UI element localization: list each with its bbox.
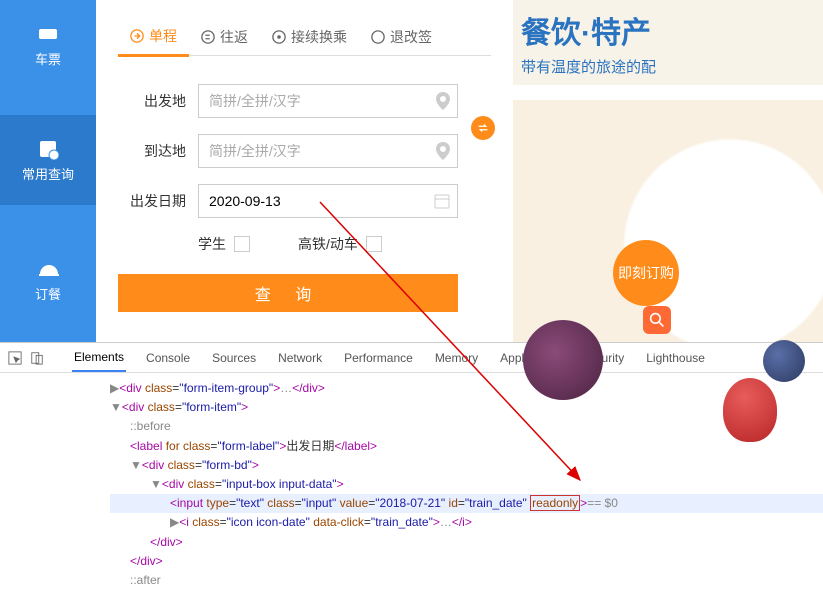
devtools-tab-network[interactable]: Network bbox=[276, 345, 324, 371]
mangosteen-image bbox=[523, 320, 603, 400]
sidebar-item-label: 常用查询 bbox=[22, 164, 74, 183]
swap-button[interactable] bbox=[471, 116, 495, 140]
trip-tabs: 单程 往返 接续换乘 退改签 bbox=[118, 18, 491, 56]
devtools-tabbar: Elements Console Sources Network Perform… bbox=[0, 343, 823, 373]
calendar-icon bbox=[434, 193, 450, 209]
readonly-highlight: readonly bbox=[530, 495, 580, 511]
tab-label: 退改签 bbox=[390, 27, 432, 47]
refund-icon bbox=[371, 30, 385, 44]
buy-now-button[interactable]: 即刻订购 bbox=[613, 240, 679, 306]
from-input[interactable] bbox=[198, 84, 458, 118]
gaotie-label: 高铁/动车 bbox=[298, 234, 358, 254]
to-label: 到达地 bbox=[118, 141, 186, 161]
ticket-icon bbox=[37, 23, 59, 45]
tab-refund[interactable]: 退改签 bbox=[359, 18, 444, 55]
roundtrip-icon bbox=[201, 30, 215, 44]
student-checkbox[interactable] bbox=[234, 236, 250, 252]
sidebar-item-tickets[interactable]: 车票 bbox=[0, 0, 96, 90]
tab-transfer[interactable]: 接续换乘 bbox=[260, 18, 359, 55]
tab-roundtrip[interactable]: 往返 bbox=[189, 18, 260, 55]
to-input[interactable] bbox=[198, 134, 458, 168]
tab-label: 单程 bbox=[149, 26, 177, 46]
devtools-tab-performance[interactable]: Performance bbox=[342, 345, 415, 371]
sidebar-item-label: 订餐 bbox=[35, 284, 61, 303]
banner-search-button[interactable] bbox=[643, 306, 671, 334]
student-label: 学生 bbox=[198, 234, 226, 254]
dom-selected-line: <input type="text" class="input" value="… bbox=[110, 494, 823, 513]
tab-label: 往返 bbox=[220, 27, 248, 47]
swap-icon bbox=[476, 121, 490, 135]
banner: 餐饮·特产 带有温度的旅途的配 即刻订购 bbox=[513, 0, 823, 342]
inspect-icon[interactable] bbox=[8, 351, 22, 365]
location-icon bbox=[436, 142, 450, 160]
sidebar-item-meal[interactable]: 订餐 bbox=[0, 235, 96, 325]
banner-image: 即刻订购 bbox=[513, 100, 823, 342]
devtools-panel: Elements Console Sources Network Perform… bbox=[0, 342, 823, 562]
location-icon bbox=[436, 92, 450, 110]
dom-tree[interactable]: ▶<div class="form-item-group">…</div> ▼<… bbox=[0, 373, 823, 596]
blueberry-image bbox=[763, 340, 805, 382]
search-button[interactable]: 查 询 bbox=[118, 274, 458, 312]
banner-title: 餐饮·特产 bbox=[521, 8, 815, 52]
banner-subtitle: 带有温度的旅途的配 bbox=[521, 56, 815, 77]
date-label: 出发日期 bbox=[118, 191, 186, 211]
from-label: 出发地 bbox=[118, 91, 186, 111]
strawberry-image bbox=[723, 378, 777, 442]
gaotie-checkbox[interactable] bbox=[366, 236, 382, 252]
sidebar-item-label: 车票 bbox=[35, 49, 61, 68]
meal-icon bbox=[37, 258, 59, 280]
transfer-icon bbox=[272, 30, 286, 44]
device-icon[interactable] bbox=[30, 351, 44, 365]
tab-oneway[interactable]: 单程 bbox=[118, 18, 189, 57]
devtools-tab-memory[interactable]: Memory bbox=[433, 345, 480, 371]
search-icon bbox=[649, 312, 665, 328]
form-area: 单程 往返 接续换乘 退改签 出发地 到达地 出发日期 学生 高铁/动车 查 询 bbox=[96, 0, 513, 342]
devtools-tab-console[interactable]: Console bbox=[144, 345, 192, 371]
date-input[interactable] bbox=[198, 184, 458, 218]
sidebar-item-queries[interactable]: 常用查询 bbox=[0, 115, 96, 205]
query-icon bbox=[37, 138, 59, 160]
devtools-tab-sources[interactable]: Sources bbox=[210, 345, 258, 371]
devtools-tab-elements[interactable]: Elements bbox=[72, 344, 126, 372]
sidebar: 车票 常用查询 订餐 bbox=[0, 0, 96, 342]
devtools-tab-lighthouse[interactable]: Lighthouse bbox=[644, 345, 707, 371]
arrow-right-icon bbox=[130, 29, 144, 43]
tab-label: 接续换乘 bbox=[291, 27, 347, 47]
